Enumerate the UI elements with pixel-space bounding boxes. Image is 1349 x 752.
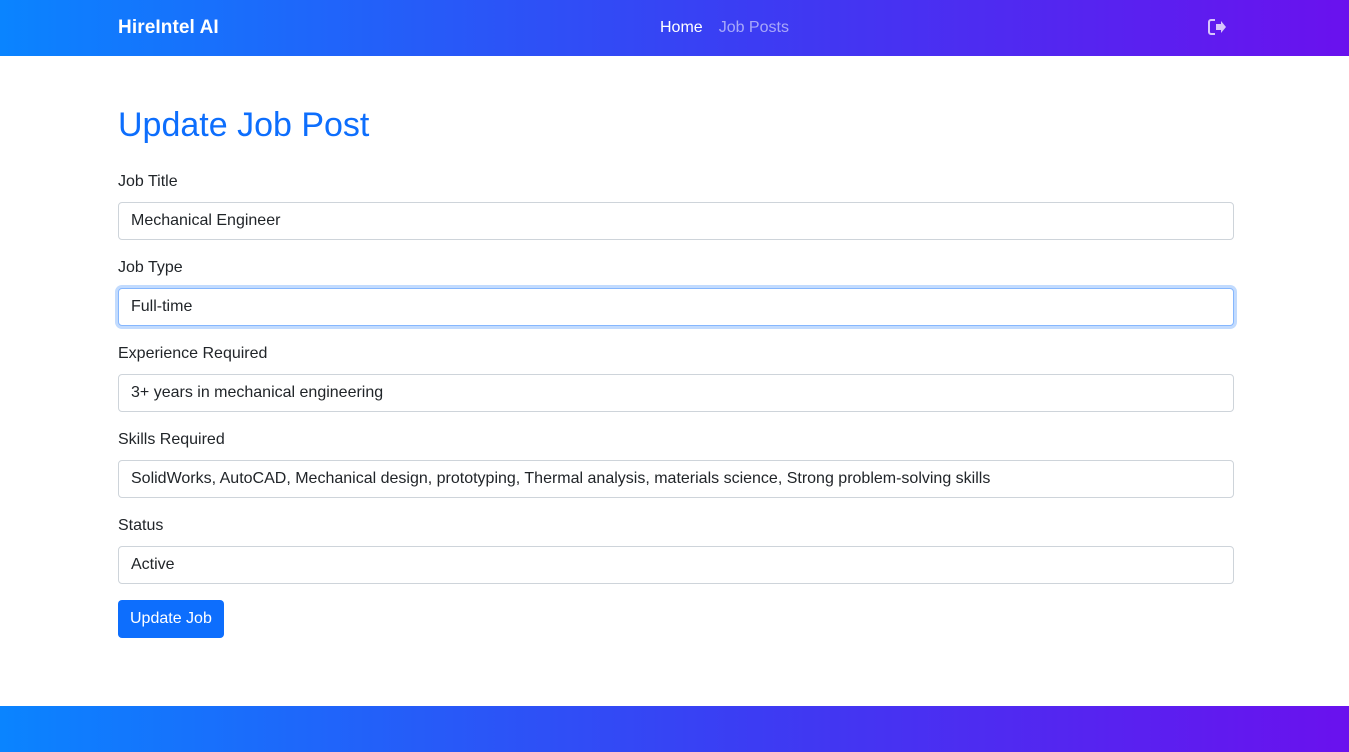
experience-required-input[interactable] xyxy=(118,374,1234,412)
top-navbar: HireIntel AI Home Job Posts xyxy=(0,0,1349,56)
experience-required-label: Experience Required xyxy=(118,345,268,362)
main-content: Update Job Post Job Title Job Type Exper… xyxy=(118,100,1234,638)
field-status: Status xyxy=(118,516,1234,584)
field-job-type: Job Type xyxy=(118,258,1234,326)
field-job-title: Job Title xyxy=(118,172,1234,240)
update-job-button[interactable]: Update Job xyxy=(118,600,224,638)
skills-required-label: Skills Required xyxy=(118,431,225,448)
nav-link-job-posts[interactable]: Job Posts xyxy=(719,19,789,37)
status-input[interactable] xyxy=(118,546,1234,584)
job-type-label: Job Type xyxy=(118,259,183,276)
field-skills-required: Skills Required xyxy=(118,430,1234,498)
footer-bar xyxy=(0,706,1349,752)
page-title: Update Job Post xyxy=(118,106,370,144)
job-title-input[interactable] xyxy=(118,202,1234,240)
job-title-label: Job Title xyxy=(118,173,178,190)
nav-link-home[interactable]: Home xyxy=(660,19,703,37)
brand-logo[interactable]: HireIntel AI xyxy=(118,17,219,39)
field-experience-required: Experience Required xyxy=(118,344,1234,412)
nav-links: Home Job Posts xyxy=(660,19,789,37)
sign-out-icon[interactable] xyxy=(1208,19,1228,37)
update-job-form: Job Title Job Type Experience Required S… xyxy=(118,172,1234,638)
job-type-input[interactable] xyxy=(118,288,1234,326)
status-label: Status xyxy=(118,517,164,534)
skills-required-input[interactable] xyxy=(118,460,1234,498)
